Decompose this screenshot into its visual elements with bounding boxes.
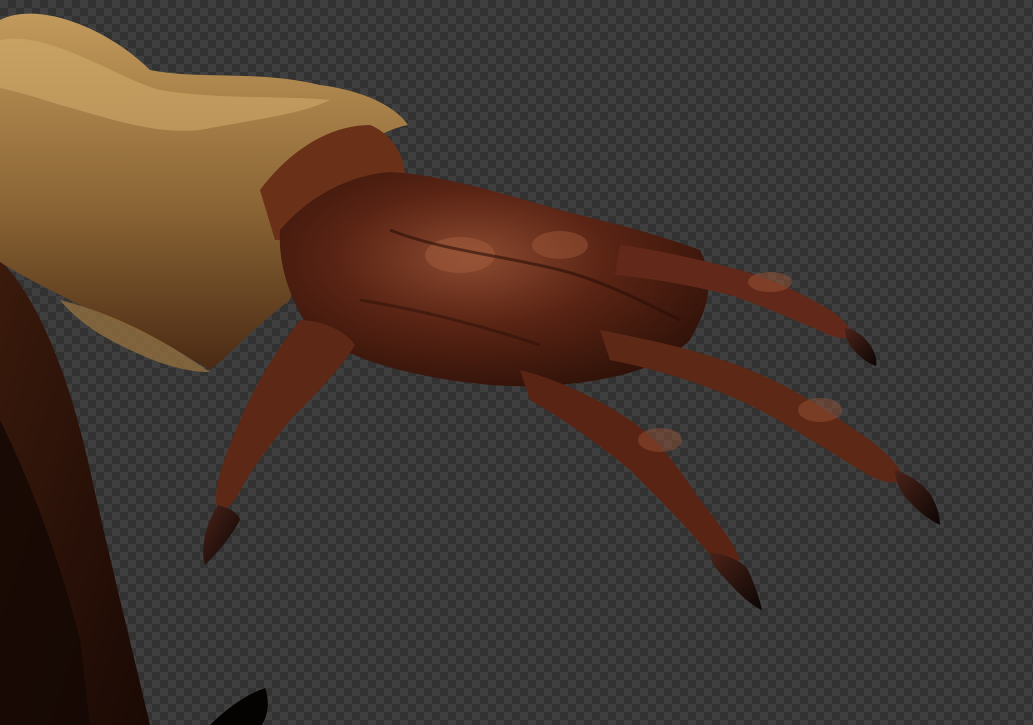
hand-finger-index (520, 370, 740, 563)
foot-shadow (210, 688, 268, 725)
hand-thumb (215, 320, 355, 511)
render-image (0, 13, 940, 725)
index-claw (710, 552, 762, 610)
thumb-claw (203, 505, 240, 565)
middle-claw (895, 470, 940, 525)
ring-claw (845, 328, 877, 366)
knuckle-highlight (798, 398, 842, 422)
knuckle-highlight (638, 428, 682, 452)
knuckle-highlight (748, 272, 792, 292)
knuckle-highlight (532, 231, 588, 259)
render-viewport (0, 0, 1033, 725)
